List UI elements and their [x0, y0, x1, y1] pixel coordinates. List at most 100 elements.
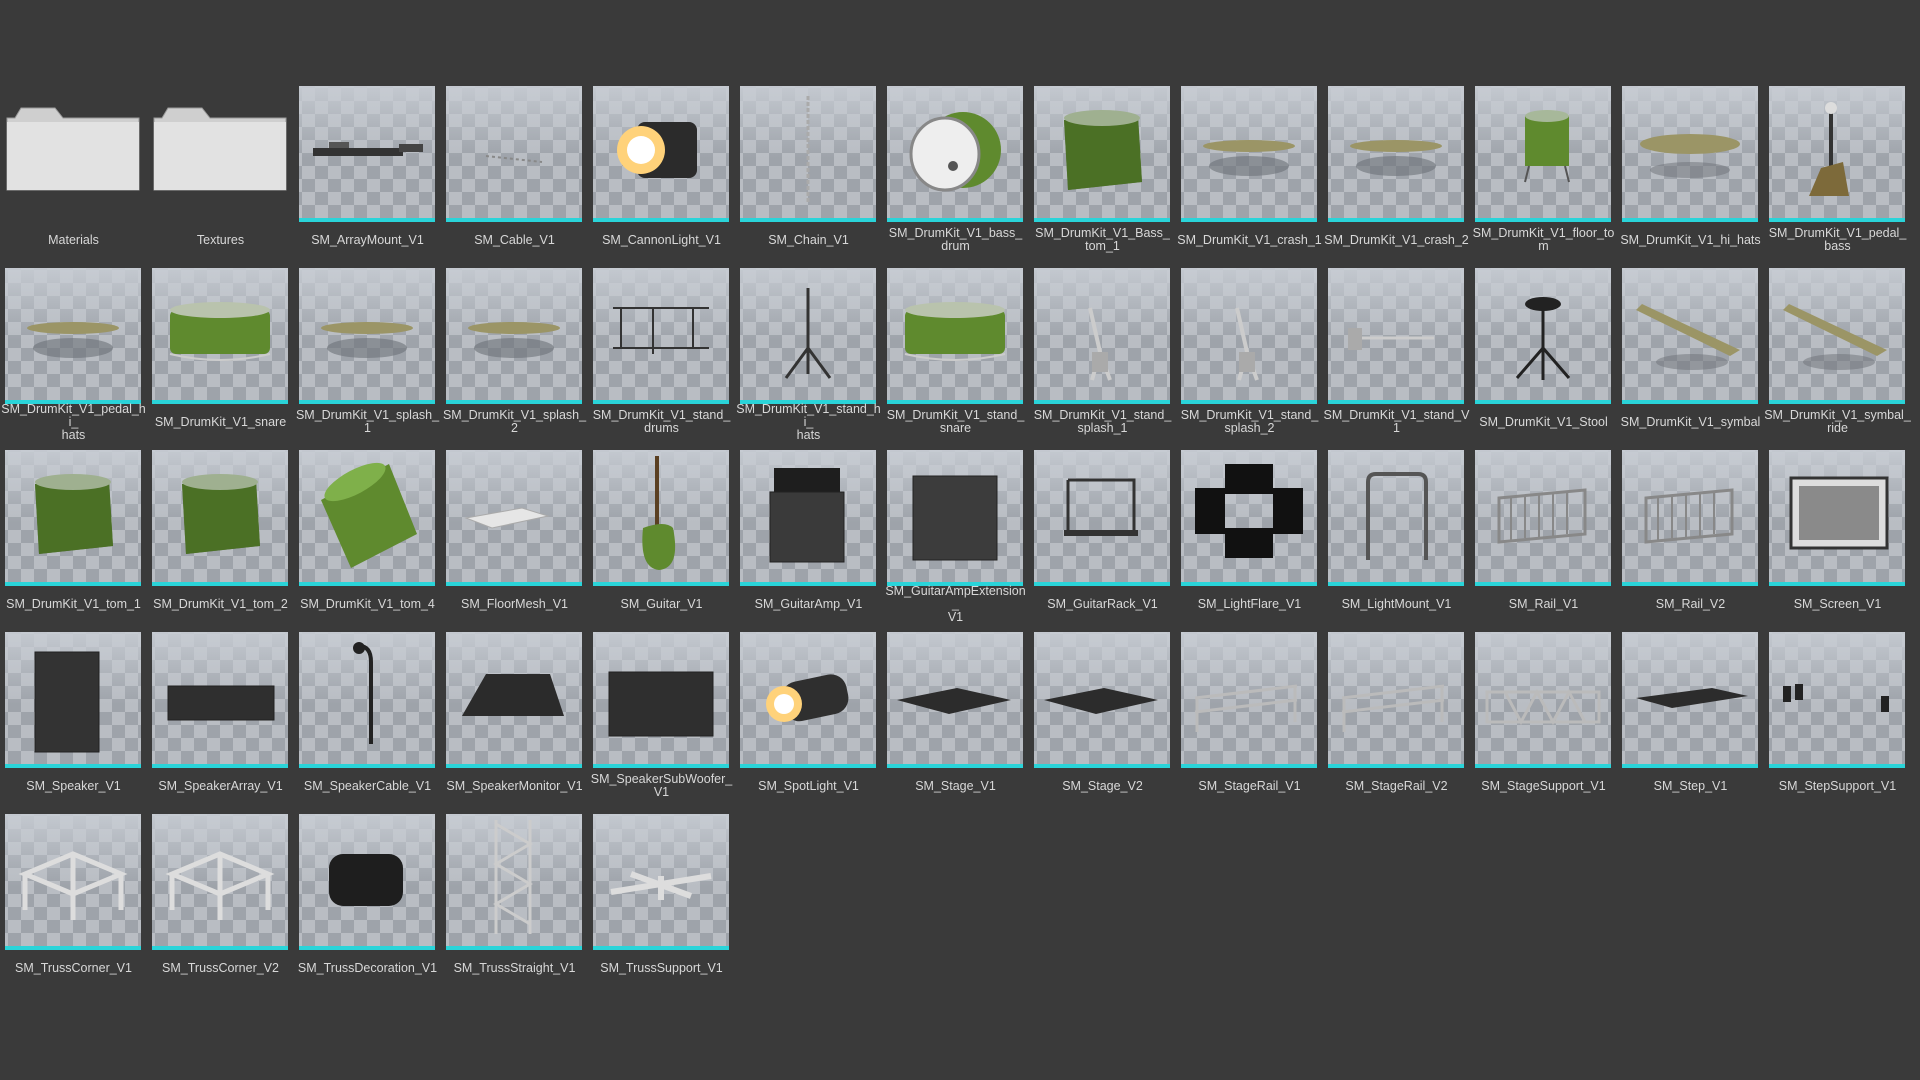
- asset-thumbnail[interactable]: [446, 632, 582, 768]
- asset-thumbnail[interactable]: [593, 86, 729, 222]
- asset-thumbnail[interactable]: [446, 86, 582, 222]
- asset-thumbnail[interactable]: [887, 86, 1023, 222]
- asset-tile[interactable]: SM_DrumKit_V1_crash_2: [1323, 86, 1470, 268]
- asset-tile[interactable]: SM_Screen_V1: [1764, 450, 1911, 632]
- asset-thumbnail[interactable]: [1475, 268, 1611, 404]
- asset-tile[interactable]: SM_DrumKit_V1_symbal_ ride: [1764, 268, 1911, 450]
- asset-thumbnail[interactable]: [5, 268, 141, 404]
- asset-tile[interactable]: SM_SpeakerSubWoofer_ V1: [588, 632, 735, 814]
- asset-thumbnail[interactable]: [593, 814, 729, 950]
- asset-thumbnail[interactable]: [1769, 86, 1905, 222]
- asset-tile[interactable]: SM_StepSupport_V1: [1764, 632, 1911, 814]
- asset-thumbnail[interactable]: [299, 450, 435, 586]
- asset-tile[interactable]: SM_TrussSupport_V1: [588, 814, 735, 996]
- asset-tile[interactable]: SM_SpeakerArray_V1: [147, 632, 294, 814]
- asset-tile[interactable]: SM_TrussDecoration_V1: [294, 814, 441, 996]
- asset-tile[interactable]: SM_DrumKit_V1_crash_1: [1176, 86, 1323, 268]
- asset-thumbnail[interactable]: [1181, 632, 1317, 768]
- asset-thumbnail[interactable]: [1328, 86, 1464, 222]
- asset-thumbnail[interactable]: [887, 268, 1023, 404]
- asset-thumbnail[interactable]: [1622, 450, 1758, 586]
- asset-thumbnail[interactable]: [740, 268, 876, 404]
- asset-tile[interactable]: SM_DrumKit_V1_stand_ splash_2: [1176, 268, 1323, 450]
- asset-thumbnail[interactable]: [5, 450, 141, 586]
- asset-tile[interactable]: SM_GuitarRack_V1: [1029, 450, 1176, 632]
- asset-tile[interactable]: SM_DrumKit_V1_tom_1: [0, 450, 147, 632]
- asset-thumbnail[interactable]: [446, 268, 582, 404]
- asset-thumbnail[interactable]: [1328, 632, 1464, 768]
- asset-thumbnail[interactable]: [152, 814, 288, 950]
- asset-thumbnail[interactable]: [5, 814, 141, 950]
- asset-tile[interactable]: SM_DrumKit_V1_stand_V1: [1323, 268, 1470, 450]
- asset-tile[interactable]: SM_DrumKit_V1_snare: [147, 268, 294, 450]
- asset-thumbnail[interactable]: [1034, 450, 1170, 586]
- asset-thumbnail[interactable]: [1034, 632, 1170, 768]
- asset-tile[interactable]: SM_DrumKit_V1_floor_tom: [1470, 86, 1617, 268]
- asset-thumbnail[interactable]: [593, 450, 729, 586]
- asset-thumbnail[interactable]: [1475, 86, 1611, 222]
- asset-tile[interactable]: SM_DrumKit_V1_hi_hats: [1617, 86, 1764, 268]
- asset-tile[interactable]: SM_DrumKit_V1_splash_1: [294, 268, 441, 450]
- asset-thumbnail[interactable]: [593, 268, 729, 404]
- asset-thumbnail[interactable]: [1622, 632, 1758, 768]
- asset-thumbnail[interactable]: [1769, 632, 1905, 768]
- asset-tile[interactable]: SM_Rail_V1: [1470, 450, 1617, 632]
- asset-tile[interactable]: SM_CannonLight_V1: [588, 86, 735, 268]
- asset-tile[interactable]: SM_DrumKit_V1_Stool: [1470, 268, 1617, 450]
- asset-thumbnail[interactable]: [1475, 450, 1611, 586]
- asset-tile[interactable]: SM_DrumKit_V1_stand_ snare: [882, 268, 1029, 450]
- asset-thumbnail[interactable]: [887, 450, 1023, 586]
- asset-tile[interactable]: SM_GuitarAmp_V1: [735, 450, 882, 632]
- asset-tile[interactable]: SM_StageSupport_V1: [1470, 632, 1617, 814]
- asset-tile[interactable]: SM_SpeakerMonitor_V1: [441, 632, 588, 814]
- asset-tile[interactable]: SM_StageRail_V2: [1323, 632, 1470, 814]
- asset-tile[interactable]: SM_DrumKit_V1_stand_ splash_1: [1029, 268, 1176, 450]
- asset-tile[interactable]: SM_Cable_V1: [441, 86, 588, 268]
- asset-thumbnail[interactable]: [152, 450, 288, 586]
- asset-tile[interactable]: SM_GuitarAmpExtension_ V1: [882, 450, 1029, 632]
- asset-tile[interactable]: SM_SpeakerCable_V1: [294, 632, 441, 814]
- asset-thumbnail[interactable]: [446, 450, 582, 586]
- asset-thumbnail[interactable]: [1769, 268, 1905, 404]
- asset-tile[interactable]: SM_LightFlare_V1: [1176, 450, 1323, 632]
- asset-thumbnail[interactable]: [152, 268, 288, 404]
- asset-thumbnail[interactable]: [1328, 268, 1464, 404]
- asset-thumbnail[interactable]: [1328, 450, 1464, 586]
- asset-tile[interactable]: SM_DrumKit_V1_splash_2: [441, 268, 588, 450]
- asset-tile[interactable]: SM_DrumKit_V1_tom_4: [294, 450, 441, 632]
- asset-tile[interactable]: SM_Step_V1: [1617, 632, 1764, 814]
- asset-tile[interactable]: SM_SpotLight_V1: [735, 632, 882, 814]
- asset-thumbnail[interactable]: [299, 268, 435, 404]
- asset-tile[interactable]: SM_Rail_V2: [1617, 450, 1764, 632]
- asset-thumbnail[interactable]: [446, 814, 582, 950]
- asset-thumbnail[interactable]: [1181, 86, 1317, 222]
- asset-thumbnail[interactable]: [152, 86, 288, 222]
- asset-thumbnail[interactable]: [1181, 268, 1317, 404]
- asset-thumbnail[interactable]: [740, 632, 876, 768]
- asset-tile[interactable]: SM_LightMount_V1: [1323, 450, 1470, 632]
- asset-tile[interactable]: SM_DrumKit_V1_symbal: [1617, 268, 1764, 450]
- asset-tile[interactable]: SM_ArrayMount_V1: [294, 86, 441, 268]
- asset-tile[interactable]: SM_DrumKit_V1_stand_ drums: [588, 268, 735, 450]
- asset-thumbnail[interactable]: [299, 632, 435, 768]
- asset-thumbnail[interactable]: [152, 632, 288, 768]
- asset-tile[interactable]: SM_DrumKit_V1_stand_hi_ hats: [735, 268, 882, 450]
- asset-tile[interactable]: SM_DrumKit_V1_pedal_hi_ hats: [0, 268, 147, 450]
- asset-thumbnail[interactable]: [299, 86, 435, 222]
- asset-tile[interactable]: SM_DrumKit_V1_pedal_ bass: [1764, 86, 1911, 268]
- asset-tile[interactable]: SM_Speaker_V1: [0, 632, 147, 814]
- asset-thumbnail[interactable]: [1769, 450, 1905, 586]
- asset-thumbnail[interactable]: [5, 86, 141, 222]
- asset-thumbnail[interactable]: [5, 632, 141, 768]
- asset-thumbnail[interactable]: [299, 814, 435, 950]
- folder-tile[interactable]: Materials: [0, 86, 147, 268]
- asset-thumbnail[interactable]: [887, 632, 1023, 768]
- asset-thumbnail[interactable]: [1622, 268, 1758, 404]
- asset-tile[interactable]: SM_DrumKit_V1_Bass_ tom_1: [1029, 86, 1176, 268]
- asset-tile[interactable]: SM_Chain_V1: [735, 86, 882, 268]
- asset-thumbnail[interactable]: [1034, 86, 1170, 222]
- asset-tile[interactable]: SM_TrussCorner_V1: [0, 814, 147, 996]
- asset-tile[interactable]: SM_Guitar_V1: [588, 450, 735, 632]
- asset-thumbnail[interactable]: [1034, 268, 1170, 404]
- asset-tile[interactable]: SM_DrumKit_V1_tom_2: [147, 450, 294, 632]
